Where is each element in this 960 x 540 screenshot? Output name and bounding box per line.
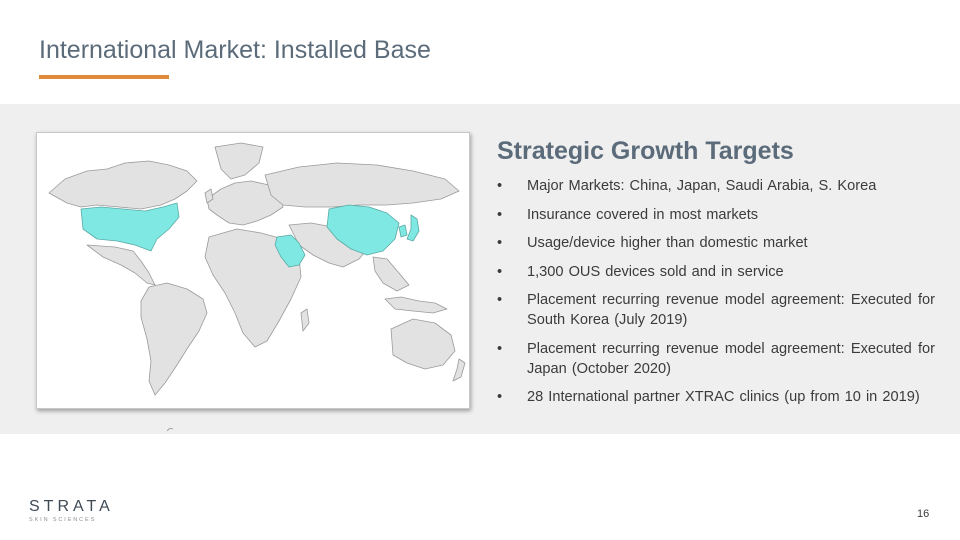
slide-title: International Market: Installed Base <box>39 36 431 64</box>
target-item-japan: • Placement recurring revenue model agree… <box>497 339 935 379</box>
page-number: 16 <box>917 508 930 520</box>
bullet-glyph: • <box>497 292 503 308</box>
map-russia <box>264 162 460 208</box>
logo-tagline: SKIN SCIENCES <box>29 517 97 523</box>
target-item-clinics: • 28 International partner XTRAC clinics … <box>497 387 935 407</box>
target-item-text: Placement recurring revenue model agreem… <box>527 292 935 328</box>
bullet-glyph: • <box>497 263 503 280</box>
map-australia <box>390 318 456 370</box>
map-south-korea <box>398 224 408 238</box>
target-item-text: Placement recurring revenue model agreem… <box>527 340 935 377</box>
target-item-major-markets: • Major Markets: China, Japan, Saudi Arab… <box>497 176 935 196</box>
target-item-text: Insurance covered in most markets <box>527 206 759 223</box>
bullet-glyph: • <box>497 340 503 357</box>
target-item-text: Major Markets: China, Japan, Saudi Arabi… <box>527 178 877 194</box>
target-item-usage: • Usage/device higher than domestic marke… <box>497 233 935 253</box>
map-canada <box>48 160 198 210</box>
map-mexico <box>86 244 156 286</box>
bullet-glyph: • <box>497 178 503 194</box>
map-japan <box>406 214 420 242</box>
strategic-targets-list: • Major Markets: China, Japan, Saudi Arab… <box>497 176 935 416</box>
target-item-text: 28 International partner XTRAC clinics (… <box>527 389 920 405</box>
title-underline <box>39 75 169 79</box>
target-item-ous-devices: • 1,300 OUS devices sold and in service <box>497 262 935 282</box>
target-item-insurance: • Insurance covered in most markets <box>497 205 935 225</box>
target-item-south-korea: • Placement recurring revenue model agree… <box>497 290 935 330</box>
map-south-america <box>140 282 208 396</box>
map-indonesia <box>384 296 448 314</box>
world-map <box>36 132 470 409</box>
target-item-text: Usage/device higher than domestic market <box>527 235 808 251</box>
bullet-glyph: • <box>497 206 503 223</box>
map-southeast-asia <box>372 256 410 292</box>
map-greenland <box>214 142 264 180</box>
bullet-glyph: • <box>497 235 503 251</box>
target-item-text: 1,300 OUS devices sold and in service <box>527 263 784 280</box>
logo-wordmark: STRATA <box>29 498 114 515</box>
map-new-zealand <box>452 358 466 382</box>
map-madagascar <box>300 308 310 332</box>
map-usa <box>80 202 180 252</box>
bullet-glyph: • <box>497 389 503 405</box>
world-map-graphic <box>48 142 466 396</box>
strata-logo: STRATA SKIN SCIENCES <box>29 498 114 523</box>
strategic-targets-heading: Strategic Growth Targets <box>497 137 794 165</box>
stray-map-fragment <box>167 428 173 431</box>
